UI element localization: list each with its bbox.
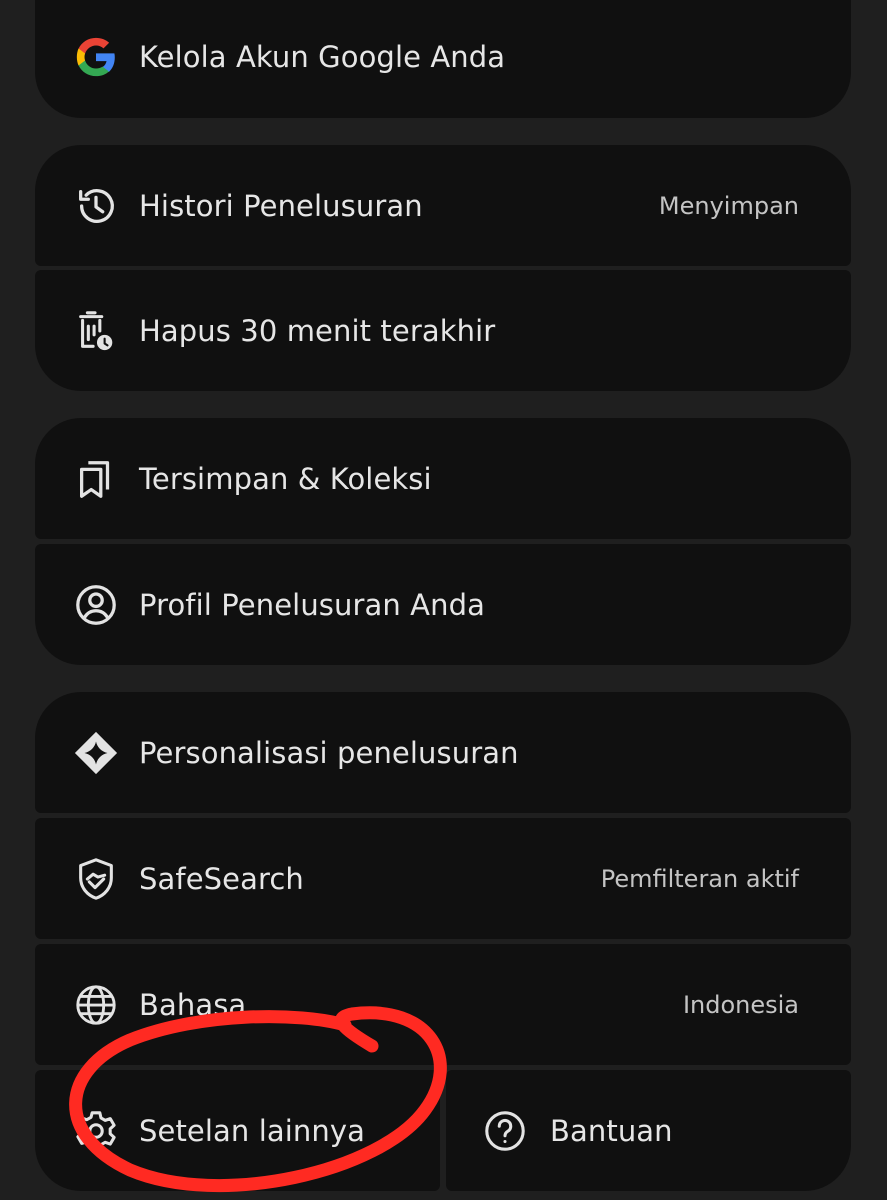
safesearch-status: Pemfilteran aktif: [600, 864, 799, 893]
sparkle-diamond-icon: [73, 730, 119, 776]
help-label: Bantuan: [550, 1113, 673, 1148]
search-history-item[interactable]: Histori Penelusuran Menyimpan: [35, 145, 851, 266]
history-icon: [73, 183, 119, 229]
language-value: Indonesia: [682, 990, 799, 1019]
gear-icon: [73, 1108, 119, 1154]
more-settings-label: Setelan lainnya: [139, 1113, 365, 1148]
account-circle-icon: [73, 582, 119, 628]
delete-clock-icon: [73, 308, 119, 354]
bookmarks-icon: [73, 456, 119, 502]
google-logo-icon: [73, 34, 119, 80]
help-button[interactable]: Bantuan: [446, 1070, 851, 1191]
language-label: Bahasa: [139, 987, 247, 1022]
manage-google-account-item[interactable]: Kelola Akun Google Anda: [35, 0, 851, 118]
shield-handshake-icon: [73, 856, 119, 902]
manage-google-account-label: Kelola Akun Google Anda: [139, 40, 506, 74]
saved-collections-label: Tersimpan & Koleksi: [139, 461, 432, 496]
safesearch-item[interactable]: SafeSearch Pemfilteran aktif: [35, 818, 851, 939]
safesearch-label: SafeSearch: [139, 861, 304, 896]
search-profile-item[interactable]: Profil Penelusuran Anda: [35, 544, 851, 665]
search-history-status: Menyimpan: [658, 191, 799, 220]
delete-last-30-minutes-label: Hapus 30 menit terakhir: [139, 313, 496, 348]
help-circle-icon: [482, 1108, 528, 1154]
search-personalization-item[interactable]: Personalisasi penelusuran: [35, 692, 851, 813]
more-settings-button[interactable]: Setelan lainnya: [35, 1070, 440, 1191]
search-history-label: Histori Penelusuran: [139, 188, 423, 223]
search-profile-label: Profil Penelusuran Anda: [139, 587, 485, 622]
saved-collections-item[interactable]: Tersimpan & Koleksi: [35, 418, 851, 539]
language-item[interactable]: Bahasa Indonesia: [35, 944, 851, 1065]
globe-icon: [73, 982, 119, 1028]
search-personalization-label: Personalisasi penelusuran: [139, 735, 519, 770]
delete-last-30-minutes-item[interactable]: Hapus 30 menit terakhir: [35, 270, 851, 391]
